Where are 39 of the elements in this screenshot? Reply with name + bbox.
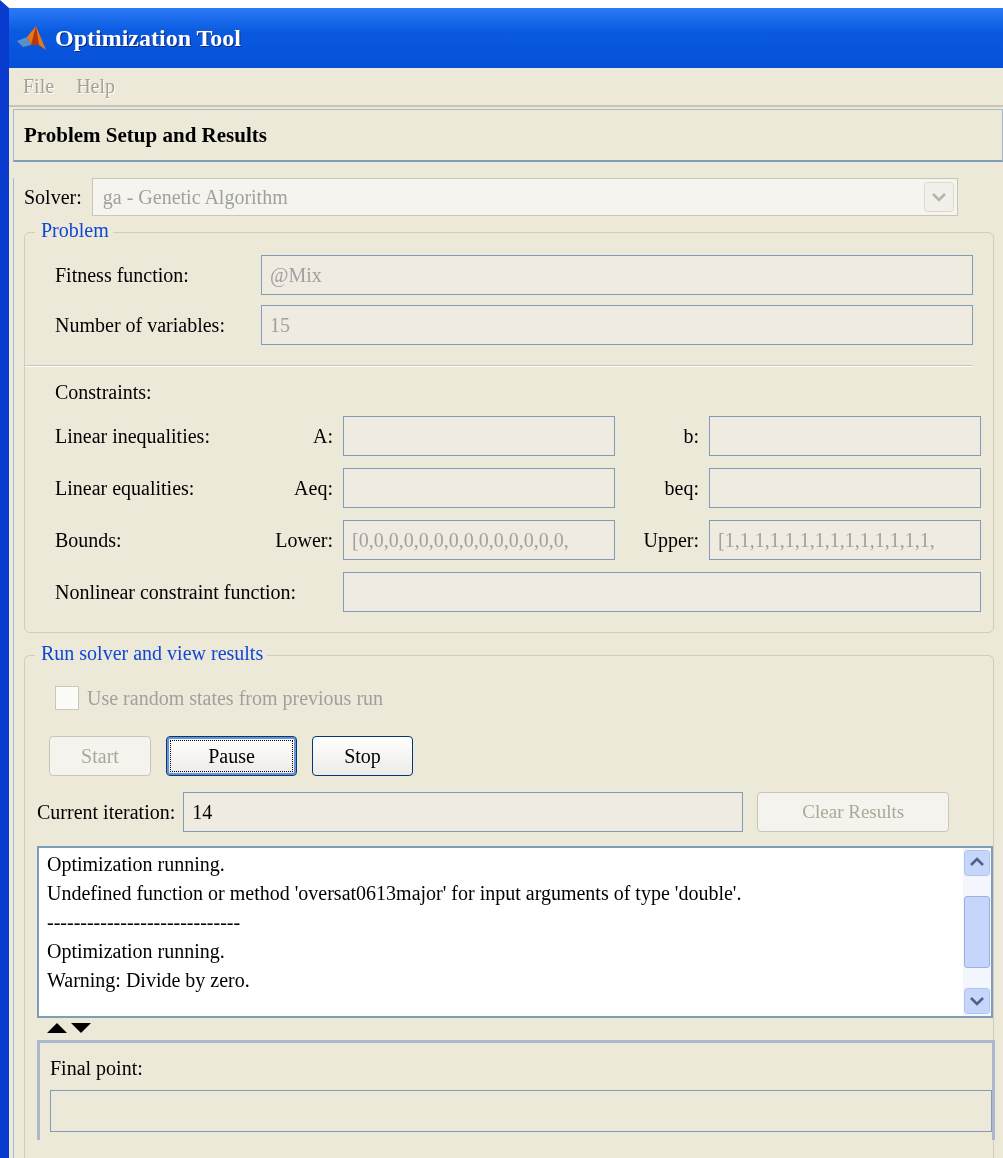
field-label: b:: [682, 424, 699, 448]
push-button[interactable]: Pause: [166, 736, 297, 776]
iteration-field[interactable]: 14: [183, 792, 744, 832]
panel-title: Problem Setup and Results: [24, 122, 267, 148]
log-line: Undefined function or method 'oversat0613major' for input arguments of type 'double'.: [47, 881, 743, 907]
scroll-up-icon[interactable]: [964, 850, 990, 876]
mountain-logo-icon: [17, 25, 47, 51]
splitter-arrows-icon[interactable]: [47, 1022, 93, 1034]
constraint-label: Linear inequalities:: [55, 424, 211, 448]
input-field[interactable]: [709, 416, 981, 456]
field-label: A:: [312, 424, 333, 448]
log-line: Warning: Divide by zero.: [47, 968, 251, 994]
push-button[interactable]: Stop: [312, 736, 413, 776]
field-label: Lower:: [274, 528, 333, 552]
constraint-label: Bounds:: [55, 528, 123, 552]
input-field[interactable]: [343, 468, 615, 508]
field-label: beq:: [663, 476, 699, 500]
field-label: Upper:: [642, 528, 699, 552]
log-line: Optimization running.: [47, 852, 226, 878]
input-field[interactable]: [709, 468, 981, 508]
input-field[interactable]: [343, 416, 615, 456]
scroll-down-icon[interactable]: [964, 988, 990, 1014]
window-title: Optimization Tool: [55, 24, 242, 52]
scrollbar[interactable]: [963, 848, 991, 1016]
constraints-label: Constraints:: [55, 381, 153, 404]
solver-label: Solver:: [24, 185, 82, 209]
log-line: Optimization running.: [47, 939, 226, 965]
final-point-field[interactable]: [50, 1090, 992, 1132]
field-label: Number of variables:: [55, 313, 226, 337]
constraint-label: Linear equalities:: [55, 476, 196, 500]
constraint-label: Nonlinear constraint function:: [55, 580, 298, 604]
field-label: Fitness function:: [55, 263, 190, 287]
checkbox-label: Use random states from previous run: [87, 686, 384, 710]
log-line: -----------------------------: [47, 910, 242, 935]
iteration-label: Current iteration:: [37, 800, 176, 824]
final-point-label: Final point:: [50, 1057, 143, 1079]
input-field[interactable]: [343, 572, 981, 612]
field-label: Aeq:: [293, 476, 333, 500]
scroll-thumb[interactable]: [964, 896, 990, 968]
